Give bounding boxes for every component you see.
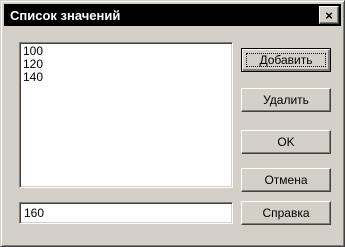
cancel-button[interactable]: Отмена xyxy=(241,168,331,192)
value-input[interactable]: 160 xyxy=(19,202,233,224)
list-item[interactable]: 140 xyxy=(23,71,43,84)
values-listbox[interactable]: 100 120 140 xyxy=(19,42,233,188)
cancel-button-label: Отмена xyxy=(264,173,308,187)
close-icon[interactable]: × xyxy=(319,6,339,24)
help-button[interactable]: Справка xyxy=(241,201,331,225)
title-bar[interactable]: Список значений × xyxy=(4,4,341,26)
ok-button[interactable]: OK xyxy=(241,130,331,154)
delete-button-label: Удалить xyxy=(263,93,309,107)
add-button[interactable]: Добавить xyxy=(241,48,331,72)
values-list-dialog: Список значений × 100 120 140 160 Добави… xyxy=(0,0,345,247)
value-input-text: 160 xyxy=(24,206,45,220)
values-list: 100 120 140 xyxy=(23,45,43,84)
delete-button[interactable]: Удалить xyxy=(241,88,331,112)
focus-rectangle xyxy=(246,53,326,67)
help-button-label: Справка xyxy=(262,206,310,220)
ok-button-label: OK xyxy=(277,135,295,149)
dialog-title: Список значений xyxy=(10,8,121,23)
